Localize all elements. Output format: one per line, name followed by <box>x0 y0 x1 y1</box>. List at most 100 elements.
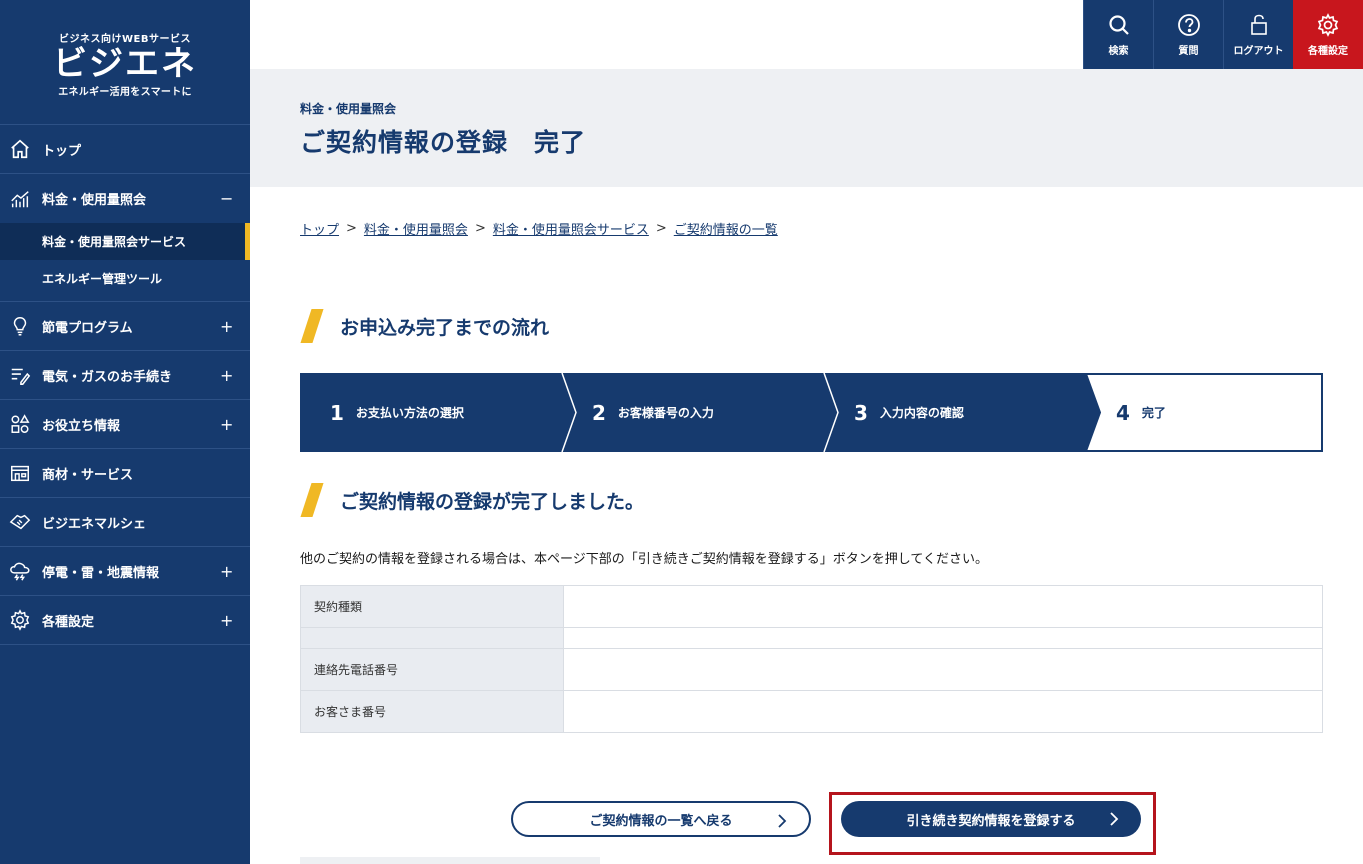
row-label-phone: 連絡先電話番号 <box>300 648 564 691</box>
row-value-phone <box>563 648 1323 691</box>
sidebar-item-top[interactable]: トップ <box>0 125 250 174</box>
table-row: 連絡先電話番号 <box>300 648 1323 691</box>
logo-subtitle: エネルギー活用をスマートに <box>58 87 192 98</box>
row-value-blank <box>563 627 1323 649</box>
step-indicator: 1 お支払い方法の選択 2 お客様番号の入力 3 入力内容の確認 4 完了 <box>300 373 1323 452</box>
heading-accent-bar <box>300 309 324 343</box>
sidebar-item-label: 料金・使用量照会 <box>42 193 147 208</box>
collapse-icon[interactable]: − <box>220 189 233 208</box>
logo[interactable]: ビジネス向けWEBサービス ビジエネ エネルギー活用をスマートに <box>0 0 250 125</box>
table-row: お客さま番号 <box>300 690 1323 733</box>
page-header: 料金・使用量照会 ご契約情報の登録 完了 <box>250 69 1363 187</box>
expand-icon[interactable]: + <box>220 317 233 336</box>
page-category: 料金・使用量照会 <box>300 102 397 116</box>
step-text: お支払い方法の選択 <box>355 406 464 420</box>
instruction-text: 他のご契約の情報を登録される場合は、本ページ下部の「引き続きご契約情報を登録する… <box>300 552 988 567</box>
expand-icon[interactable]: + <box>220 415 233 434</box>
step-2: 2 お客様番号の入力 <box>592 373 714 452</box>
search-label: 検索 <box>1108 45 1129 57</box>
sidebar-item-label: お役立ち情報 <box>42 418 121 434</box>
sidebar-item-label: 節電プログラム <box>42 320 133 336</box>
page-title: ご契約情報の登録 完了 <box>300 128 587 157</box>
expand-icon[interactable]: + <box>220 611 233 630</box>
step-number: 3 <box>854 400 868 425</box>
sidebar-item-label: 商材・サービス <box>42 467 134 483</box>
sidebar-item-info[interactable]: お役立ち情報 + <box>0 400 250 449</box>
breadcrumb-link-top[interactable]: トップ <box>300 219 339 238</box>
flow-heading: お申込み完了までの流れ <box>300 309 549 343</box>
help-button[interactable]: 質問 <box>1153 0 1223 69</box>
expand-icon[interactable]: + <box>220 562 233 581</box>
row-value-customer-number <box>563 690 1323 733</box>
sidebar-item-label: 各種設定 <box>42 614 95 630</box>
help-label: 質問 <box>1178 45 1199 57</box>
contract-info-table: 契約種類 連絡先電話番号 お客さま番号 <box>300 585 1323 733</box>
sidebar-item-program[interactable]: 節電プログラム + <box>0 302 250 351</box>
question-icon <box>1177 13 1200 36</box>
back-to-list-button[interactable]: ご契約情報の一覧へ戻る <box>511 801 811 837</box>
settings-button[interactable]: 各種設定 <box>1293 0 1363 69</box>
breadcrumb-separator: > <box>346 221 357 236</box>
step-text: お客様番号の入力 <box>617 406 714 420</box>
settings-label: 各種設定 <box>1308 45 1348 57</box>
row-label-customer-number: お客さま番号 <box>300 690 564 733</box>
form-edit-icon <box>9 364 31 386</box>
storm-icon <box>9 560 31 582</box>
sidebar-item-settings[interactable]: 各種設定 + <box>0 596 250 645</box>
table-row: 契約種類 <box>300 585 1323 628</box>
step-text: 完了 <box>1141 406 1166 420</box>
step-number: 4 <box>1116 400 1130 425</box>
step-4-current: 4 完了 <box>1116 373 1166 452</box>
complete-heading-text: ご契約情報の登録が完了しました。 <box>340 490 645 513</box>
search-button[interactable]: 検索 <box>1083 0 1153 69</box>
step-3: 3 入力内容の確認 <box>854 373 964 452</box>
logo-wordmark: ビジエネ <box>53 44 197 84</box>
sidebar-item-label: 停電・雷・地震情報 <box>42 565 160 581</box>
breadcrumb-link-contract-list[interactable]: ご契約情報の一覧 <box>674 219 778 238</box>
logout-label: ログアウト <box>1233 45 1284 57</box>
sidebar-item-procedures[interactable]: 電気・ガスのお手続き + <box>0 351 250 400</box>
footer-peek <box>300 857 600 864</box>
shapes-icon <box>9 413 31 435</box>
breadcrumb-link-billing[interactable]: 料金・使用量照会 <box>364 219 468 238</box>
breadcrumb: トップ > 料金・使用量照会 > 料金・使用量照会サービス > ご契約情報の一覧 <box>300 219 778 238</box>
sidebar-subitem-energy-tool[interactable]: エネルギー管理ツール <box>0 260 250 297</box>
logout-button[interactable]: ログアウト <box>1223 0 1293 69</box>
heading-accent-bar <box>300 483 324 517</box>
flow-heading-text: お申込み完了までの流れ <box>340 316 550 339</box>
row-value-contract-type <box>563 585 1323 628</box>
top-toolbar: 検索 質問 ログアウト 各種設定 <box>1083 0 1363 69</box>
continue-register-button[interactable]: 引き続き契約情報を登録する <box>841 801 1141 837</box>
row-label-blank <box>300 627 564 649</box>
complete-heading: ご契約情報の登録が完了しました。 <box>300 483 644 517</box>
lightbulb-icon <box>9 315 31 337</box>
chevron-right-icon <box>777 803 787 839</box>
chart-icon <box>9 188 31 210</box>
logo-tagline: ビジネス向けWEBサービス <box>59 34 191 45</box>
lock-icon <box>1250 14 1267 35</box>
sidebar-subitem-billing-service[interactable]: 料金・使用量照会サービス <box>0 223 250 260</box>
step-number: 1 <box>330 400 344 425</box>
row-label-contract-type: 契約種類 <box>300 585 564 628</box>
breadcrumb-separator: > <box>655 221 667 236</box>
gear-icon <box>9 609 31 631</box>
breadcrumb-link-billing-service[interactable]: 料金・使用量照会サービス <box>493 219 649 238</box>
home-icon <box>9 138 31 160</box>
step-number: 2 <box>592 400 606 425</box>
sidebar-item-billing[interactable]: 料金・使用量照会 − <box>0 174 250 223</box>
continue-button-label: 引き続き契約情報を登録する <box>906 813 1076 829</box>
chevron-right-icon <box>1109 801 1119 837</box>
breadcrumb-separator: > <box>474 221 486 236</box>
sidebar-item-label: トップ <box>42 143 82 159</box>
back-button-label: ご契約情報の一覧へ戻る <box>589 813 733 829</box>
sidebar-item-outage[interactable]: 停電・雷・地震情報 + <box>0 547 250 596</box>
table-row <box>300 627 1323 649</box>
sidebar-item-label: 電気・ガスのお手続き <box>42 369 173 385</box>
gear-icon <box>1317 12 1339 37</box>
sidebar-item-label: ビジエネマルシェ <box>42 516 147 532</box>
billing-submenu: 料金・使用量照会サービス エネルギー管理ツール <box>0 223 250 302</box>
step-1: 1 お支払い方法の選択 <box>330 373 464 452</box>
expand-icon[interactable]: + <box>220 366 233 385</box>
sidebar-item-products[interactable]: 商材・サービス <box>0 449 250 498</box>
sidebar-item-marche[interactable]: ビジエネマルシェ <box>0 498 250 547</box>
